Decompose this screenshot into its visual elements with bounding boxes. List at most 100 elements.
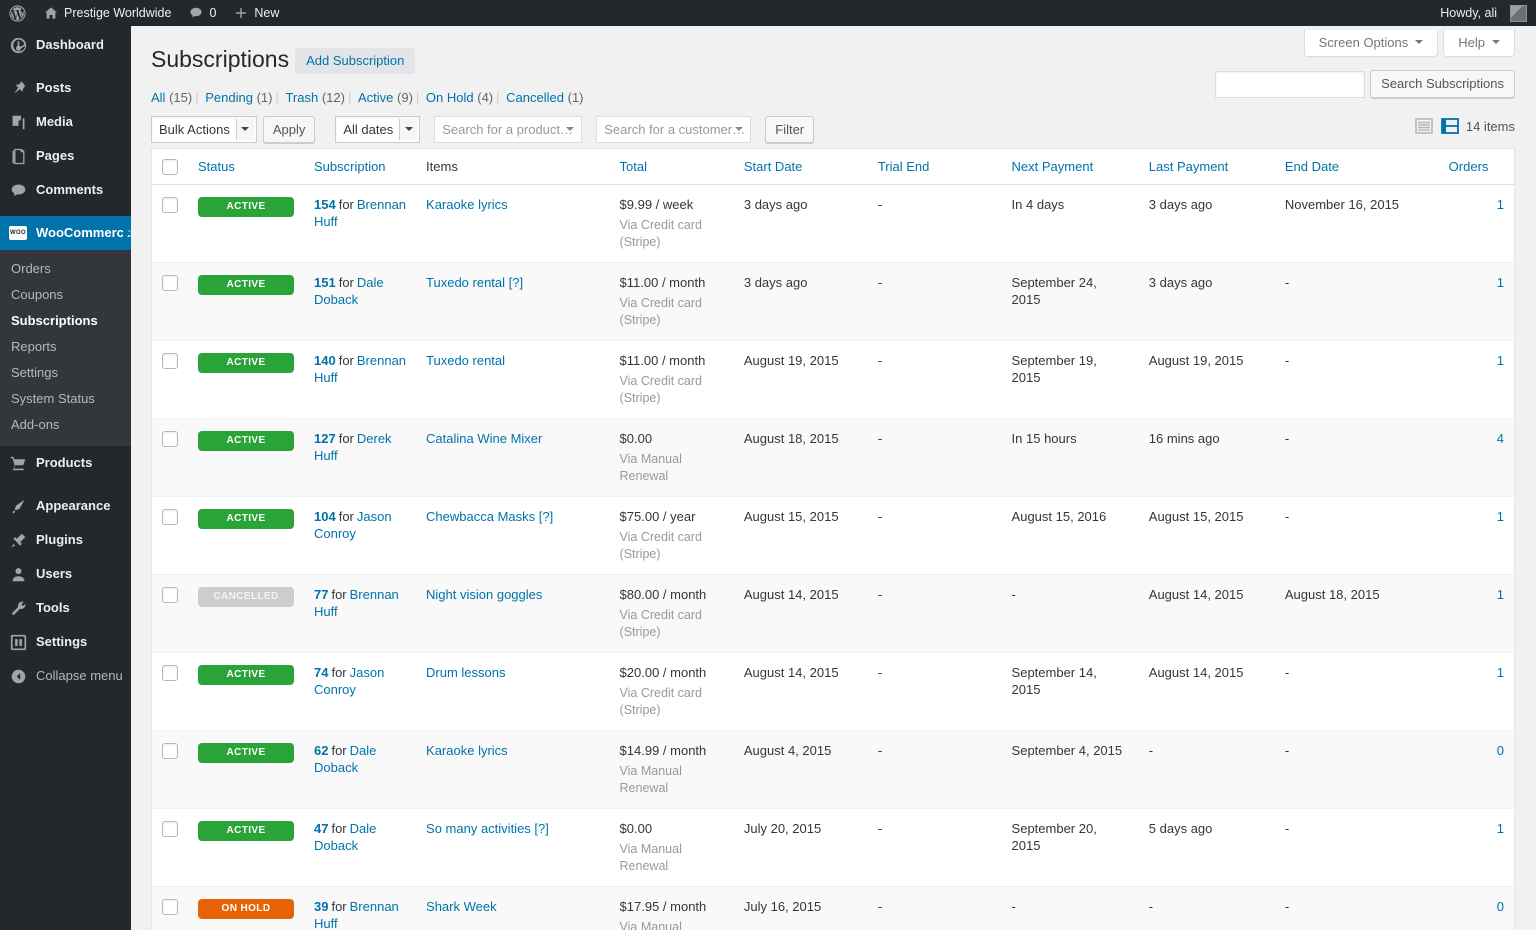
sidebar-item-users[interactable]: Users xyxy=(0,557,131,591)
bulk-actions-select-top[interactable]: Bulk Actions xyxy=(151,115,257,143)
sidebar-item-woocommerce[interactable]: WOO WooCommerce xyxy=(0,216,131,250)
column-header-trial-end[interactable]: Trial End xyxy=(867,148,1002,185)
apply-button-top[interactable]: Apply xyxy=(262,115,316,143)
orders-count-link[interactable]: 1 xyxy=(1497,275,1504,290)
item-link[interactable]: Shark Week xyxy=(426,899,497,914)
orders-count-link[interactable]: 0 xyxy=(1497,899,1504,914)
row-checkbox[interactable] xyxy=(162,821,178,837)
sidebar-subitem-settings[interactable]: Settings xyxy=(0,360,131,386)
column-header-start-date[interactable]: Start Date xyxy=(733,148,868,185)
sidebar-item-products[interactable]: Products xyxy=(0,446,131,480)
product-search-select[interactable]: Search for a product… xyxy=(434,115,583,143)
date-filter-select[interactable]: All dates xyxy=(335,115,421,143)
row-checkbox[interactable] xyxy=(162,509,178,525)
sidebar-subitem-reports[interactable]: Reports xyxy=(0,334,131,360)
sort-last-payment-link[interactable]: Last Payment xyxy=(1149,159,1229,174)
row-checkbox[interactable] xyxy=(162,587,178,603)
subscription-link[interactable]: 127 for Derek Huff xyxy=(314,431,392,463)
my-account-menu[interactable]: Howdy, ali xyxy=(1431,0,1536,26)
view-cancelled-link[interactable]: Cancelled xyxy=(506,90,564,105)
excerpt-view-icon[interactable] xyxy=(1440,116,1460,136)
sidebar-item-pages[interactable]: Pages xyxy=(0,139,131,173)
row-checkbox[interactable] xyxy=(162,353,178,369)
row-checkbox[interactable] xyxy=(162,899,178,915)
row-checkbox[interactable] xyxy=(162,431,178,447)
customer-search-select[interactable]: Search for a customer… xyxy=(596,115,752,143)
sidebar-item-dashboard[interactable]: Dashboard xyxy=(0,26,131,62)
filter-button[interactable]: Filter xyxy=(765,115,815,143)
orders-count-link[interactable]: 1 xyxy=(1497,509,1504,524)
cart-icon xyxy=(9,454,27,472)
item-link[interactable]: Night vision goggles xyxy=(426,587,542,602)
view-trash-link[interactable]: Trash xyxy=(285,90,318,105)
sidebar-item-posts[interactable]: Posts xyxy=(0,71,131,105)
item-link[interactable]: Karaoke lyrics xyxy=(426,743,508,758)
subscription-link[interactable]: 104 for Jason Conroy xyxy=(314,509,392,541)
sidebar-item-settings[interactable]: Settings xyxy=(0,625,131,659)
select-all-checkbox-top[interactable] xyxy=(162,159,178,175)
orders-count-link[interactable]: 0 xyxy=(1497,743,1504,758)
sort-subscription-link[interactable]: Subscription xyxy=(314,159,386,174)
sidebar-subitem-subscriptions[interactable]: Subscriptions xyxy=(0,308,131,334)
sidebar-item-plugins[interactable]: Plugins xyxy=(0,523,131,557)
sidebar-subitem-add-ons[interactable]: Add-ons xyxy=(0,412,131,438)
item-link[interactable]: Drum lessons xyxy=(426,665,505,680)
item-link[interactable]: Catalina Wine Mixer xyxy=(426,431,542,446)
column-header-subscription[interactable]: Subscription xyxy=(304,148,417,185)
view-all-link[interactable]: All xyxy=(151,90,165,105)
column-header-next-payment[interactable]: Next Payment xyxy=(1001,148,1139,185)
sidebar-item-tools[interactable]: Tools xyxy=(0,591,131,625)
subscription-link[interactable]: 47 for Dale Doback xyxy=(314,821,376,853)
search-input[interactable] xyxy=(1215,70,1366,98)
subscription-link[interactable]: 154 for Brennan Huff xyxy=(314,197,406,229)
sort-trial-end-link[interactable]: Trial End xyxy=(878,159,930,174)
sort-start-date-link[interactable]: Start Date xyxy=(744,159,803,174)
sidebar-item-comments[interactable]: Comments xyxy=(0,173,131,207)
orders-count-link[interactable]: 4 xyxy=(1497,431,1504,446)
sort-status-link[interactable]: Status xyxy=(198,159,235,174)
row-checkbox[interactable] xyxy=(162,665,178,681)
orders-count-link[interactable]: 1 xyxy=(1497,353,1504,368)
sidebar-item-appearance[interactable]: Appearance xyxy=(0,489,131,523)
item-link[interactable]: Tuxedo rental xyxy=(426,353,505,368)
subscription-link[interactable]: 77 for Brennan Huff xyxy=(314,587,399,619)
view-active-link[interactable]: Active xyxy=(358,90,393,105)
sidebar-item-collapse-menu[interactable]: Collapse menu xyxy=(0,659,131,693)
sort-total-link[interactable]: Total xyxy=(620,159,647,174)
list-view-icon[interactable] xyxy=(1414,116,1434,136)
wordpress-logo-menu[interactable] xyxy=(0,0,35,26)
subscription-link[interactable]: 62 for Dale Doback xyxy=(314,743,376,775)
row-checkbox[interactable] xyxy=(162,275,178,291)
row-checkbox[interactable] xyxy=(162,743,178,759)
view-pending-link[interactable]: Pending xyxy=(205,90,253,105)
sort-end-date-link[interactable]: End Date xyxy=(1285,159,1339,174)
sidebar-subitem-orders[interactable]: Orders xyxy=(0,256,131,282)
view-on-hold-link[interactable]: On Hold xyxy=(426,90,474,105)
subscription-link[interactable]: 74 for Jason Conroy xyxy=(314,665,384,697)
site-name-menu[interactable]: Prestige Worldwide xyxy=(35,0,180,26)
orders-count-link[interactable]: 1 xyxy=(1497,587,1504,602)
sidebar-subitem-system-status[interactable]: System Status xyxy=(0,386,131,412)
item-link[interactable]: So many activities [?] xyxy=(426,821,549,836)
orders-count-link[interactable]: 1 xyxy=(1497,665,1504,680)
column-header-last-payment[interactable]: Last Payment xyxy=(1138,148,1275,185)
column-header-end-date[interactable]: End Date xyxy=(1274,148,1439,185)
subscription-link[interactable]: 39 for Brennan Huff xyxy=(314,899,399,930)
comments-bubble[interactable]: 0 xyxy=(180,0,225,26)
item-link[interactable]: Chewbacca Masks [?] xyxy=(426,509,553,524)
sort-next-payment-link[interactable]: Next Payment xyxy=(1012,159,1094,174)
column-header-total[interactable]: Total xyxy=(609,148,734,185)
new-content-menu[interactable]: New xyxy=(225,0,288,26)
orders-count-link[interactable]: 1 xyxy=(1497,197,1504,212)
subscription-link[interactable]: 151 for Dale Doback xyxy=(314,275,384,307)
item-link[interactable]: Tuxedo rental [?] xyxy=(426,275,523,290)
subscription-link[interactable]: 140 for Brennan Huff xyxy=(314,353,406,385)
column-header-status[interactable]: Status xyxy=(188,148,304,185)
orders-count-link[interactable]: 1 xyxy=(1497,821,1504,836)
row-checkbox[interactable] xyxy=(162,197,178,213)
search-submit-button[interactable]: Search Subscriptions xyxy=(1370,70,1515,98)
sidebar-item-media[interactable]: Media xyxy=(0,105,131,139)
item-link[interactable]: Karaoke lyrics xyxy=(426,197,508,212)
add-subscription-button[interactable]: Add Subscription xyxy=(295,47,416,74)
sidebar-subitem-coupons[interactable]: Coupons xyxy=(0,282,131,308)
